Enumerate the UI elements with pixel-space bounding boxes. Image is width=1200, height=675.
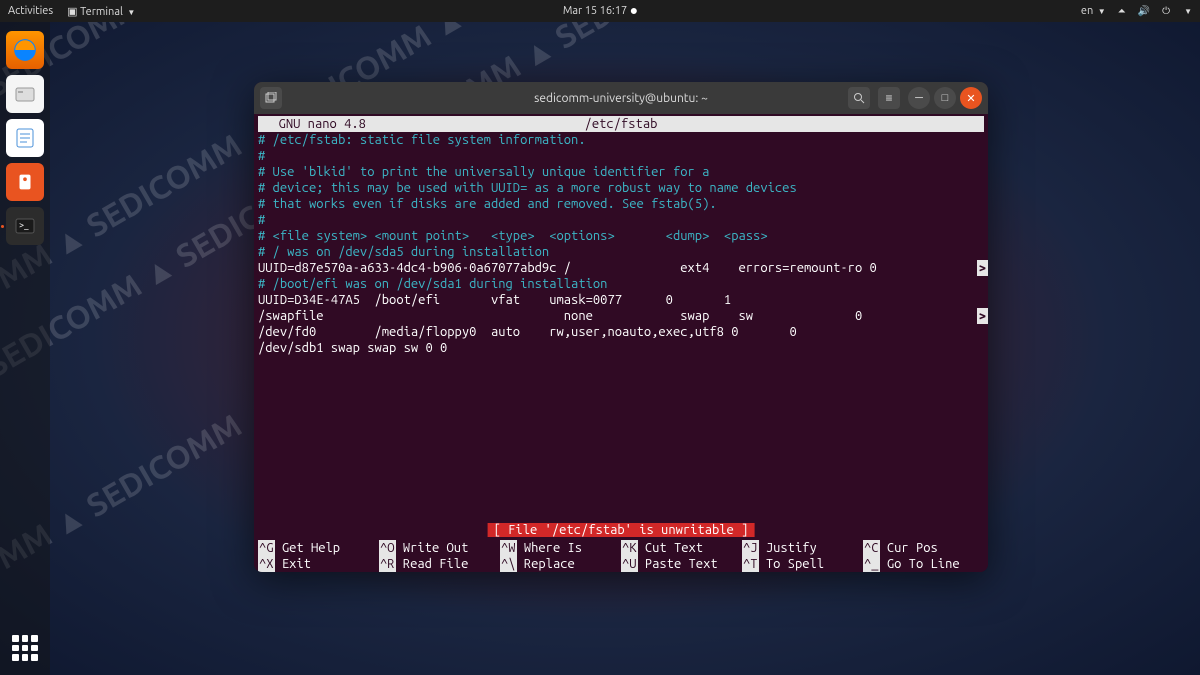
show-applications-button[interactable] xyxy=(8,631,42,665)
nano-status-line: [ File '/etc/fstab' is unwritable ] xyxy=(488,522,755,538)
nano-filename: /etc/fstab xyxy=(585,116,658,132)
search-button[interactable] xyxy=(848,87,870,109)
nano-header: GNU nano 4.8 /etc/fstab xyxy=(258,116,984,132)
file-line: # Use 'blkid' to print the universally u… xyxy=(258,164,984,180)
nano-shortcut: ^G Get Help xyxy=(258,540,379,556)
file-line: # / was on /dev/sda5 during installation xyxy=(258,244,984,260)
dock: >_ xyxy=(0,22,50,675)
network-icon[interactable]: ⏶ xyxy=(1118,5,1126,17)
file-line: # /boot/efi was on /dev/sda1 during inst… xyxy=(258,276,984,292)
file-line: # that works even if disks are added and… xyxy=(258,196,984,212)
window-titlebar[interactable]: sedicomm-university@ubuntu: ~ ≡ ─ □ ✕ xyxy=(254,82,988,114)
file-line: # device; this may be used with UUID= as… xyxy=(258,180,984,196)
nano-shortcut: ^U Paste Text xyxy=(621,556,742,572)
chevron-down-icon: ▼ xyxy=(1184,7,1192,16)
dock-firefox[interactable] xyxy=(6,31,44,69)
input-language[interactable]: en ▼ xyxy=(1081,5,1106,17)
file-line: UUID=d87e570a-a633-4dc4-b906-0a67077abd9… xyxy=(258,260,984,276)
file-line: /dev/sdb1 swap swap sw 0 0 xyxy=(258,340,984,356)
chevron-down-icon: ▼ xyxy=(127,8,135,17)
svg-text:>_: >_ xyxy=(19,220,29,230)
dock-software[interactable] xyxy=(6,163,44,201)
volume-icon[interactable]: 🔊 xyxy=(1138,5,1150,17)
terminal-icon: ▣ xyxy=(67,6,77,18)
terminal-window: sedicomm-university@ubuntu: ~ ≡ ─ □ ✕ GN… xyxy=(254,82,988,572)
close-button[interactable]: ✕ xyxy=(960,87,982,109)
dock-text-editor[interactable] xyxy=(6,119,44,157)
activities-button[interactable]: Activities xyxy=(8,5,53,17)
file-line: # xyxy=(258,212,984,228)
nano-shortcut: ^R Read File xyxy=(379,556,500,572)
nano-shortcut: ^W Where Is xyxy=(500,540,621,556)
nano-shortcut: ^J Justify xyxy=(742,540,863,556)
file-line: UUID=D34E-47A5 /boot/efi vfat umask=0077… xyxy=(258,292,984,308)
nano-shortcut: ^_ Go To Line xyxy=(863,556,984,572)
file-line: # xyxy=(258,148,984,164)
menu-button[interactable]: ≡ xyxy=(878,87,900,109)
file-line: # /etc/fstab: static file system informa… xyxy=(258,132,984,148)
terminal-body[interactable]: GNU nano 4.8 /etc/fstab # /etc/fstab: st… xyxy=(254,114,988,572)
nano-shortcut: ^K Cut Text xyxy=(621,540,742,556)
chevron-down-icon: ▼ xyxy=(1098,7,1106,16)
scroll-indicator-icon: > xyxy=(977,260,988,276)
clock[interactable]: Mar 15 16:17 xyxy=(563,5,637,17)
nano-footer: ^G Get Help^O Write Out^W Where Is^K Cut… xyxy=(258,540,984,572)
nano-shortcut: ^\ Replace xyxy=(500,556,621,572)
dock-terminal[interactable]: >_ xyxy=(6,207,44,245)
dock-files[interactable] xyxy=(6,75,44,113)
scroll-indicator-icon: > xyxy=(977,308,988,324)
top-bar: Activities ▣ Terminal ▼ Mar 15 16:17 en … xyxy=(0,0,1200,22)
nano-app-name: GNU nano 4.8 xyxy=(264,116,366,132)
window-title: sedicomm-university@ubuntu: ~ xyxy=(534,92,708,105)
terminal-menu[interactable]: ▣ Terminal ▼ xyxy=(67,5,135,18)
file-line: # <file system> <mount point> <type> <op… xyxy=(258,228,984,244)
file-content: # /etc/fstab: static file system informa… xyxy=(258,132,984,356)
nano-shortcut: ^O Write Out xyxy=(379,540,500,556)
minimize-button[interactable]: ─ xyxy=(908,87,930,109)
maximize-button[interactable]: □ xyxy=(934,87,956,109)
power-icon[interactable]: ⏻ xyxy=(1162,5,1170,17)
nano-shortcut: ^C Cur Pos xyxy=(863,540,984,556)
nano-shortcut: ^T To Spell xyxy=(742,556,863,572)
nano-shortcut: ^X Exit xyxy=(258,556,379,572)
new-tab-button[interactable] xyxy=(260,87,282,109)
file-line: /swapfile none swap sw 0 xyxy=(258,308,984,324)
file-line: /dev/fd0 /media/floppy0 auto rw,user,noa… xyxy=(258,324,984,340)
notification-dot-icon xyxy=(631,8,637,14)
